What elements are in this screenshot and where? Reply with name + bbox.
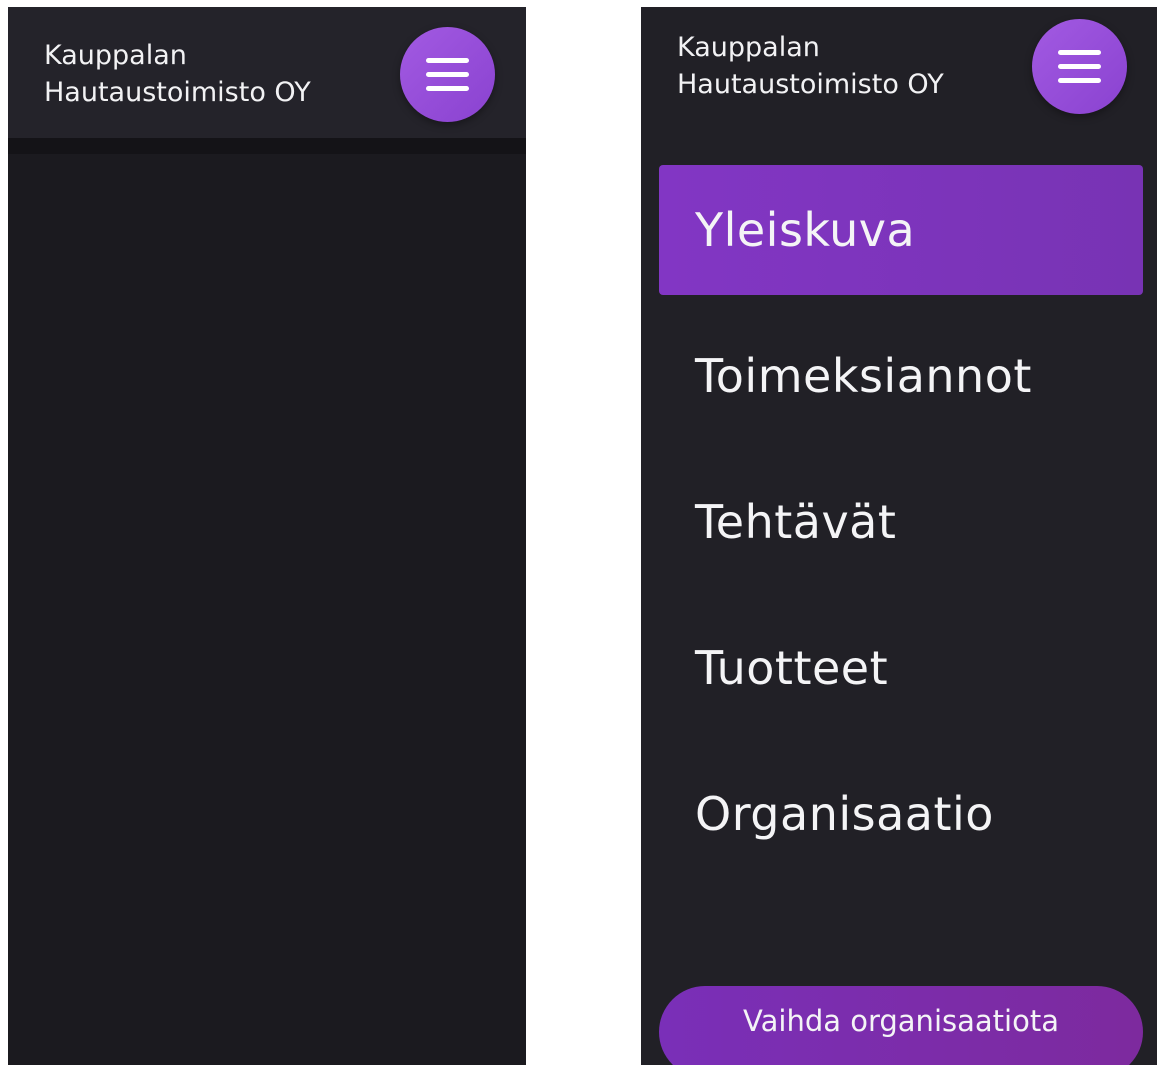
main-navigation: Yleiskuva Toimeksiannot Tehtävät Tuottee… [659, 165, 1143, 895]
app-screen-menu-closed: Kauppalan Hautaustoimisto OY [8, 7, 526, 1065]
app-screen-menu-open: Kauppalan Hautaustoimisto OY Yleiskuva T… [641, 7, 1157, 1065]
brand-name: Kauppalan Hautaustoimisto OY [44, 40, 311, 108]
menu-toggle-button[interactable] [1032, 19, 1127, 114]
switch-organization-button[interactable]: Vaihda organisaatiota [659, 986, 1143, 1065]
nav-item-yleiskuva[interactable]: Yleiskuva [659, 165, 1143, 295]
hamburger-icon [426, 58, 469, 91]
hamburger-icon [1058, 50, 1101, 83]
nav-item-toimeksiannot[interactable]: Toimeksiannot [659, 311, 1143, 441]
brand-name: Kauppalan Hautaustoimisto OY [677, 32, 944, 100]
switch-organization-label: Vaihda organisaatiota [743, 1004, 1059, 1038]
nav-item-tuotteet[interactable]: Tuotteet [659, 603, 1143, 733]
nav-item-organisaatio[interactable]: Organisaatio [659, 749, 1143, 879]
menu-toggle-button[interactable] [400, 27, 495, 122]
top-bar: Kauppalan Hautaustoimisto OY [8, 7, 526, 138]
header-divider [8, 138, 526, 154]
nav-item-tehtavat[interactable]: Tehtävät [659, 457, 1143, 587]
